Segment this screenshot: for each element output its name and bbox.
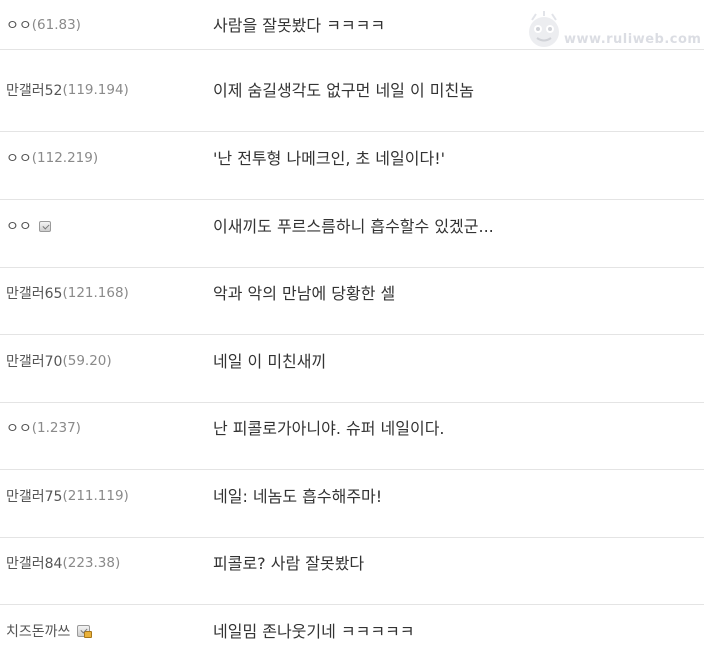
author-name: 치즈돈까쓰 [6, 624, 71, 640]
author-name: 만갤러84 [6, 556, 63, 572]
author-name: 만갤러70 [6, 354, 63, 370]
author-name: ㅇㅇ [6, 219, 32, 235]
comment-author[interactable]: ㅇㅇ [6, 201, 51, 251]
comment-row: 만갤러70 (59.20) 네일 이 미친새끼 [0, 335, 704, 403]
comment-author[interactable]: 만갤러70 (59.20) [6, 336, 112, 386]
member-icon [38, 220, 51, 232]
comment-row: 만갤러84 (223.38) 피콜로? 사람 잘못봤다 [0, 538, 704, 605]
comment-text: 피콜로? 사람 잘못봤다 [213, 554, 365, 573]
author-name: ㅇㅇ [6, 151, 32, 167]
comment-text: 네일 이 미친새끼 [213, 352, 327, 371]
author-ip: (112.219) [31, 150, 99, 166]
comment-text: 난 피콜로가아니야. 슈퍼 네일이다. [213, 419, 445, 438]
comment-row: ㅇㅇ (112.219) '난 전투형 나메크인, 초 네일이다!' [0, 132, 704, 200]
comment-row: 만갤러75 (211.119) 네일: 네놈도 흡수해주마! [0, 470, 704, 538]
comment-row: 치즈돈까쓰 네일밈 존나웃기네 ㅋㅋㅋㅋㅋ [0, 605, 704, 670]
comment-text: '난 전투형 나메크인, 초 네일이다!' [213, 149, 446, 168]
comment-text: 네일밈 존나웃기네 ㅋㅋㅋㅋㅋ [213, 622, 415, 641]
author-name: ㅇㅇ [6, 421, 32, 437]
comment-text: 네일: 네놈도 흡수해주마! [213, 487, 383, 506]
comment-author[interactable]: 치즈돈까쓰 [6, 606, 93, 656]
comment-text: 악과 악의 만남에 당황한 셀 [213, 284, 396, 303]
comment-row: ㅇㅇ (1.237) 난 피콜로가아니야. 슈퍼 네일이다. [0, 403, 704, 470]
author-name: ㅇㅇ [6, 18, 32, 34]
author-name: 만갤러65 [6, 286, 63, 302]
author-ip: (211.119) [62, 488, 129, 504]
comment-author[interactable]: 만갤러75 (211.119) [6, 471, 129, 521]
author-ip: (59.20) [62, 353, 112, 369]
comment-author[interactable]: 만갤러84 (223.38) [6, 538, 120, 588]
comment-row: 만갤러52 (119.194) 이제 숨길생각도 없구먼 네일 이 미친놈 [0, 64, 704, 132]
author-ip: (121.168) [62, 285, 129, 301]
comment-row: 만갤러65 (121.168) 악과 악의 만남에 당황한 셀 [0, 268, 704, 335]
author-name: 만갤러75 [6, 489, 63, 505]
comment-author[interactable]: ㅇㅇ (112.219) [6, 133, 98, 183]
comment-author[interactable]: ㅇㅇ (1.237) [6, 403, 81, 453]
author-ip: (61.83) [31, 17, 81, 33]
comment-row: ㅇㅇ 이새끼도 푸르스름하니 흡수할수 있겠군... [0, 200, 704, 268]
author-ip: (1.237) [31, 420, 81, 436]
comment-text: 이새끼도 푸르스름하니 흡수할수 있겠군... [213, 217, 494, 236]
member-lock-icon [77, 625, 93, 638]
comment-author[interactable]: 만갤러52 (119.194) [6, 65, 129, 115]
comment-text: 사람을 잘못봤다 ㅋㅋㅋㅋ [213, 16, 386, 35]
author-ip: (223.38) [62, 555, 121, 571]
comment-author[interactable]: ㅇㅇ (61.83) [6, 0, 81, 50]
author-name: 만갤러52 [6, 83, 63, 99]
author-ip: (119.194) [62, 82, 129, 98]
comment-author[interactable]: 만갤러65 (121.168) [6, 268, 129, 318]
comment-row: ㅇㅇ (61.83) 사람을 잘못봤다 ㅋㅋㅋㅋ [0, 0, 704, 50]
comment-text: 이제 숨길생각도 없구먼 네일 이 미친놈 [213, 81, 474, 100]
